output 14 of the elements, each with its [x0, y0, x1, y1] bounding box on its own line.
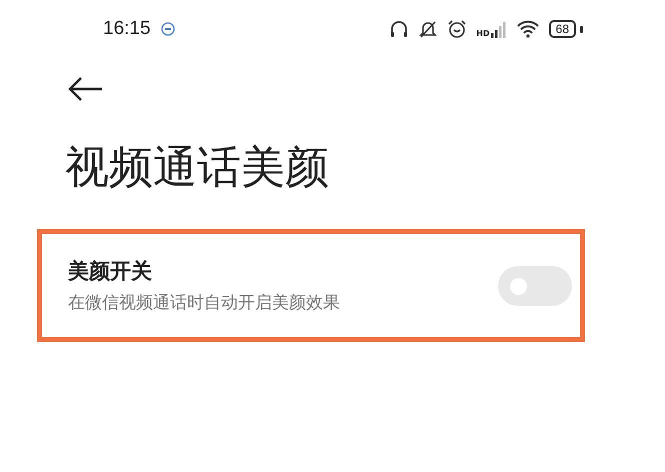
clock-time: 16:15	[103, 18, 151, 40]
network-type-label: HD	[476, 30, 490, 38]
muted-bell-icon	[418, 19, 438, 39]
setting-label: 美颜开关	[68, 258, 153, 285]
headphones-icon	[389, 19, 410, 39]
wifi-icon	[516, 20, 540, 38]
setting-description: 在微信视频通话时自动开启美颜效果	[68, 292, 341, 314]
app-badge-icon	[160, 22, 175, 36]
page-title: 视频通话美颜	[65, 141, 330, 195]
signal-icon	[490, 20, 507, 38]
battery-level-text: 68	[548, 20, 576, 38]
alarm-clock-icon	[447, 19, 468, 39]
battery-tip-icon	[580, 26, 583, 32]
back-arrow-icon[interactable]	[68, 76, 104, 102]
